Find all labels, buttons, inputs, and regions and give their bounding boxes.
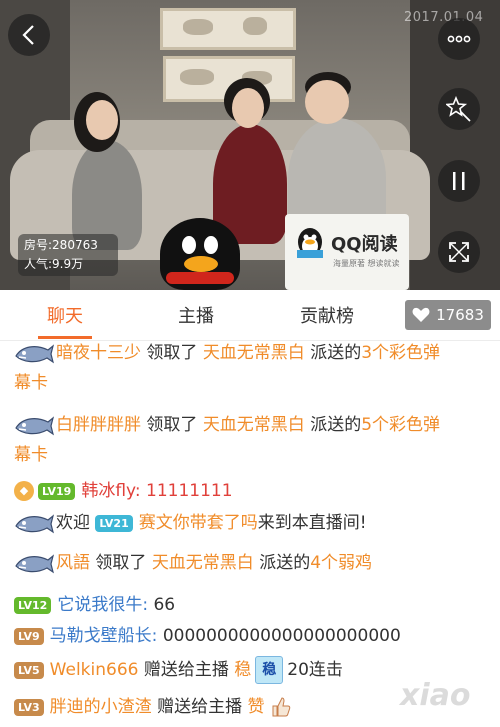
tab-contribution-rank[interactable]: 贡献榜 — [300, 302, 354, 328]
chat-giver[interactable]: 天血无常黑白 — [152, 553, 254, 573]
welcome-prefix: 欢迎 — [56, 513, 90, 533]
active-tab-indicator — [38, 336, 92, 339]
welcome-suffix: 来到本直播间! — [257, 513, 367, 533]
chat-username[interactable]: 胖迪的小渣渣 — [50, 697, 152, 717]
room-info: 房号:280763 人气:9.9万 — [18, 234, 118, 276]
chat-message: 暗夜十三少 领取了 天血无常黑白 派送的3个彩色弹 幕卡 — [14, 340, 490, 398]
chat-giver[interactable]: 天血无常黑白 — [203, 343, 305, 363]
chat-username[interactable]: 它说我很牛: — [57, 595, 148, 615]
chat-text: 66 — [153, 595, 176, 615]
chat-item: 4个弱鸡 — [310, 553, 373, 573]
chat-suffix: 派送的 — [310, 415, 362, 435]
chat-item: 5个彩色弹 — [361, 415, 441, 435]
chat-action: 领取了 — [146, 343, 198, 363]
chat-username[interactable]: 白胖胖胖胖 — [56, 415, 141, 435]
level-badge: LV19 — [38, 482, 76, 500]
chat-item-cont: 幕卡 — [14, 445, 48, 465]
chat-action: 领取了 — [95, 553, 147, 573]
like-count: 17683 — [436, 306, 484, 324]
chat-action: 赠送给主播 — [143, 660, 229, 680]
live-video[interactable]: QQ阅读 海量原著 想读就读 2017.01.04 房号:280763 人气:9… — [0, 0, 500, 290]
thumbs-up-icon — [272, 697, 291, 717]
watermark-logo: xiao — [400, 678, 471, 713]
gift-stamp-icon: 稳 — [255, 656, 284, 684]
chat-list[interactable]: 暗夜十三少 领取了 天血无常黑白 派送的3个彩色弹 幕卡 白胖胖胖胖 领取了 天… — [0, 340, 500, 727]
level-badge: LV3 — [14, 698, 44, 716]
more-dots-icon — [447, 35, 471, 43]
chat-message: LV9 马勒戈壁船长: 0000000000000000000000 — [14, 621, 490, 651]
heart-icon — [412, 307, 430, 322]
pause-icon — [453, 172, 465, 190]
chat-username[interactable]: 暗夜十三少 — [56, 343, 141, 363]
star-wand-icon — [446, 96, 471, 122]
sponsor-brand: QQ阅读 — [331, 234, 398, 255]
chat-suffix: 派送的 — [310, 343, 362, 363]
shark-avatar-icon — [15, 514, 54, 534]
chat-message: 白胖胖胖胖 领取了 天血无常黑白 派送的5个彩色弹 幕卡 — [14, 410, 490, 470]
chat-message: LV12 它说我很牛: 66 — [14, 590, 490, 620]
level-badge: LV5 — [14, 661, 44, 679]
gift-name: 稳 — [234, 660, 252, 680]
chat-message: ◆ LV19 韩冰fly: 11111111 — [14, 476, 490, 506]
chat-username[interactable]: 风語 — [56, 553, 90, 573]
popularity: 人气:9.9万 — [24, 257, 84, 271]
fullscreen-icon — [449, 242, 469, 262]
magic-button[interactable] — [438, 88, 480, 130]
room-number: 房号:280763 — [24, 238, 98, 252]
fan-badge-icon: ◆ — [14, 481, 34, 501]
qq-penguin-logo-icon — [297, 228, 323, 258]
gift-name: 赞 — [247, 697, 265, 717]
shark-avatar-icon — [15, 416, 54, 436]
face — [86, 100, 118, 140]
penguin-doll — [160, 218, 240, 290]
chat-text: 11111111 — [146, 481, 233, 501]
chat-message: 欢迎 LV21 赛文你带套了吗来到本直播间! — [14, 508, 490, 538]
qq-reading-sign: QQ阅读 海量原著 想读就读 — [285, 214, 409, 290]
chat-suffix: 派送的 — [259, 553, 311, 573]
chevron-left-icon — [22, 25, 34, 45]
chat-username[interactable]: 赛文你带套了吗 — [139, 513, 258, 533]
shark-avatar-icon — [15, 554, 54, 574]
level-badge: LV21 — [95, 514, 133, 532]
fullscreen-button[interactable] — [438, 231, 480, 273]
tab-host[interactable]: 主播 — [178, 302, 214, 328]
like-button[interactable]: 17683 — [405, 300, 491, 330]
pause-button[interactable] — [438, 160, 480, 202]
chat-username[interactable]: 韩冰fly: — [81, 481, 140, 501]
chat-username[interactable]: 马勒戈壁船长: — [50, 626, 158, 646]
chat-message: 风語 领取了 天血无常黑白 派送的4个弱鸡 — [14, 548, 490, 578]
wall-painting — [160, 8, 296, 50]
combo-count: 20连击 — [287, 660, 343, 680]
back-button[interactable] — [8, 14, 50, 56]
chat-username[interactable]: Welkin666 — [50, 660, 139, 680]
tab-chat[interactable]: 聊天 — [47, 302, 83, 328]
chat-giver[interactable]: 天血无常黑白 — [203, 415, 305, 435]
level-badge: LV9 — [14, 627, 44, 645]
chat-item: 3个彩色弹 — [361, 343, 441, 363]
shark-avatar-icon — [15, 344, 54, 364]
face — [232, 88, 264, 128]
face — [305, 80, 349, 124]
chat-text: 0000000000000000000000 — [162, 626, 401, 646]
level-badge: LV12 — [14, 596, 52, 614]
sponsor-slogan: 海量原著 想读就读 — [333, 259, 400, 268]
more-button[interactable] — [438, 18, 480, 60]
chat-action: 领取了 — [146, 415, 198, 435]
chat-action: 赠送给主播 — [157, 697, 243, 717]
chat-item-cont: 幕卡 — [14, 373, 48, 393]
